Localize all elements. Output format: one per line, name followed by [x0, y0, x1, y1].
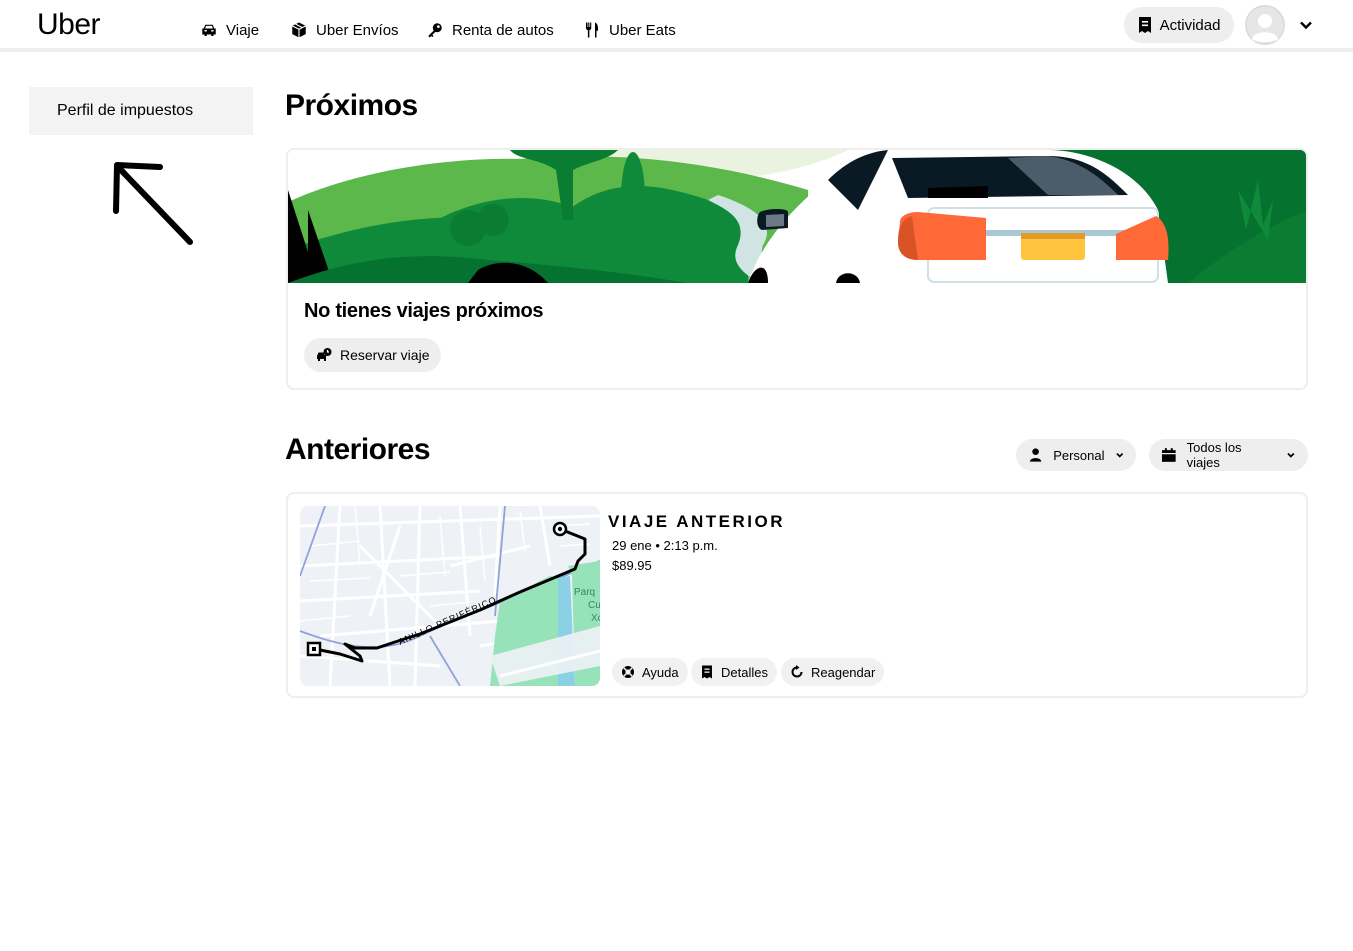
trip-type-label: VIAJE ANTERIOR — [608, 512, 786, 531]
nav-rental-label: Renta de autos — [452, 21, 554, 39]
calendar-icon — [1161, 448, 1176, 462]
map-park-label: Parq — [574, 587, 595, 598]
nav-ride-label: Viaje — [226, 21, 260, 39]
chevron-down-icon[interactable] — [1299, 18, 1313, 32]
lifebuoy-icon — [622, 666, 634, 678]
rebook-button[interactable]: Reagendar — [781, 658, 885, 686]
details-label: Detalles — [721, 664, 768, 680]
help-button[interactable]: Ayuda — [612, 658, 688, 686]
refresh-icon — [791, 665, 803, 678]
profile-filter-label: Personal — [1053, 447, 1105, 463]
utensils-icon — [586, 22, 598, 38]
nav-eats[interactable]: Uber Eats — [583, 18, 676, 42]
profile-filter-dropdown[interactable]: Personal — [1016, 439, 1136, 471]
trips-filter-dropdown[interactable]: Todos los viajes — [1149, 439, 1308, 471]
annotation-arrow-icon — [113, 162, 193, 245]
upcoming-title: Próximos — [285, 89, 418, 122]
car-banner-illustration — [288, 150, 1306, 283]
book-trip-label: Reservar viaje — [340, 347, 430, 363]
book-trip-button[interactable]: Reservar viaje — [304, 338, 442, 372]
receipt-icon — [702, 665, 712, 679]
past-title: Anteriores — [285, 433, 431, 466]
rebook-label: Reagendar — [811, 664, 876, 680]
svg-text:Cu: Cu — [588, 600, 600, 611]
scheduled-car-icon — [317, 348, 332, 361]
user-avatar-icon — [1245, 5, 1285, 45]
nav-eats-label: Uber Eats — [609, 21, 676, 39]
uber-logo[interactable]: Uber — [37, 8, 101, 42]
route-map-graphic: Parq Cu Xo ANILLO PERIFÉRICO — [300, 506, 600, 686]
no-upcoming-trips-message: No tienes viajes próximos — [304, 300, 544, 322]
top-navigation-bar: Uber Viaje Uber Envíos Renta de autos Ub… — [0, 0, 1353, 52]
nav-package-label: Uber Envíos — [316, 21, 399, 39]
key-icon — [428, 23, 442, 38]
trips-filter-label: Todos los viajes — [1186, 440, 1242, 470]
details-button[interactable]: Detalles — [691, 658, 777, 686]
upcoming-trips-card: No tienes viajes próximos Reservar viaje — [286, 148, 1308, 390]
nav-package[interactable]: Uber Envíos — [290, 18, 399, 42]
chevron-down-icon — [1115, 452, 1123, 458]
chevron-down-icon — [1287, 452, 1295, 458]
svg-text:Xo: Xo — [591, 613, 600, 624]
person-icon — [1029, 448, 1042, 462]
user-avatar[interactable] — [1245, 5, 1285, 45]
sidebar-item-tax-profile[interactable]: Perfil de impuestos — [29, 87, 253, 135]
trip-route-map[interactable]: Parq Cu Xo ANILLO PERIFÉRICO — [300, 506, 600, 686]
past-trip-card[interactable]: Parq Cu Xo ANILLO PERIFÉRICO VIAJE ANTER… — [286, 492, 1308, 698]
trip-date: 29 ene • 2:13 p.m. — [612, 538, 718, 553]
car-icon — [202, 24, 216, 36]
activity-button[interactable]: Actividad — [1124, 7, 1234, 43]
activity-label: Actividad — [1159, 16, 1221, 34]
nav-rental[interactable]: Renta de autos — [426, 18, 554, 42]
package-icon — [291, 22, 307, 38]
sidebar-item-label: Perfil de impuestos — [57, 102, 194, 119]
receipt-icon — [1138, 17, 1151, 33]
nav-ride[interactable]: Viaje — [200, 18, 259, 42]
trip-price: $89.95 — [612, 558, 652, 573]
help-label: Ayuda — [642, 664, 679, 680]
